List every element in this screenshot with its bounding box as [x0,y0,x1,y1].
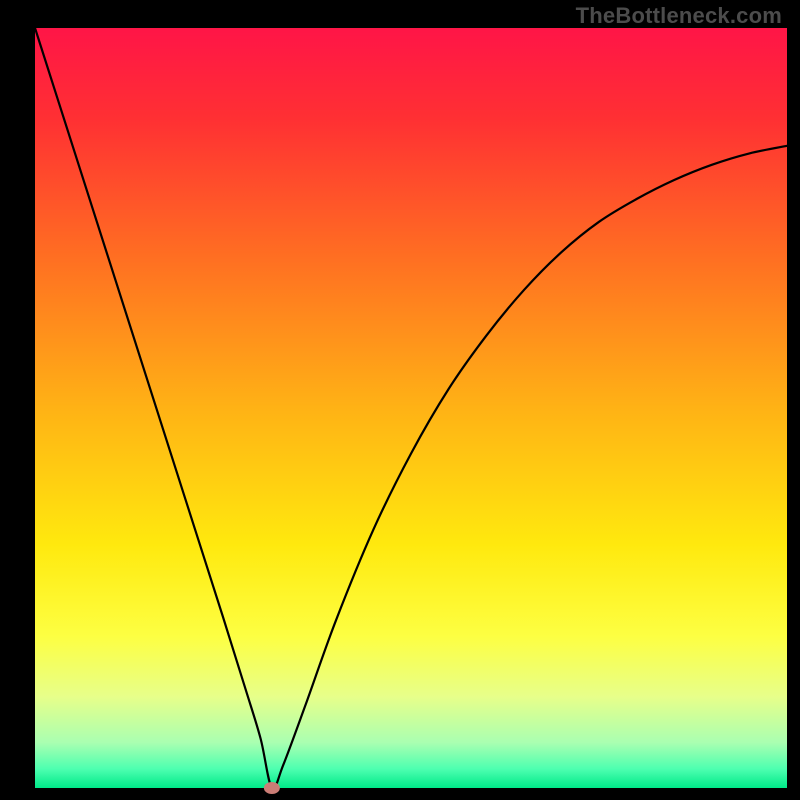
optimum-marker [264,782,280,794]
plot-background [35,28,787,788]
watermark-text: TheBottleneck.com [576,3,782,29]
chart-frame: TheBottleneck.com [0,0,800,800]
bottleneck-chart [0,0,800,800]
